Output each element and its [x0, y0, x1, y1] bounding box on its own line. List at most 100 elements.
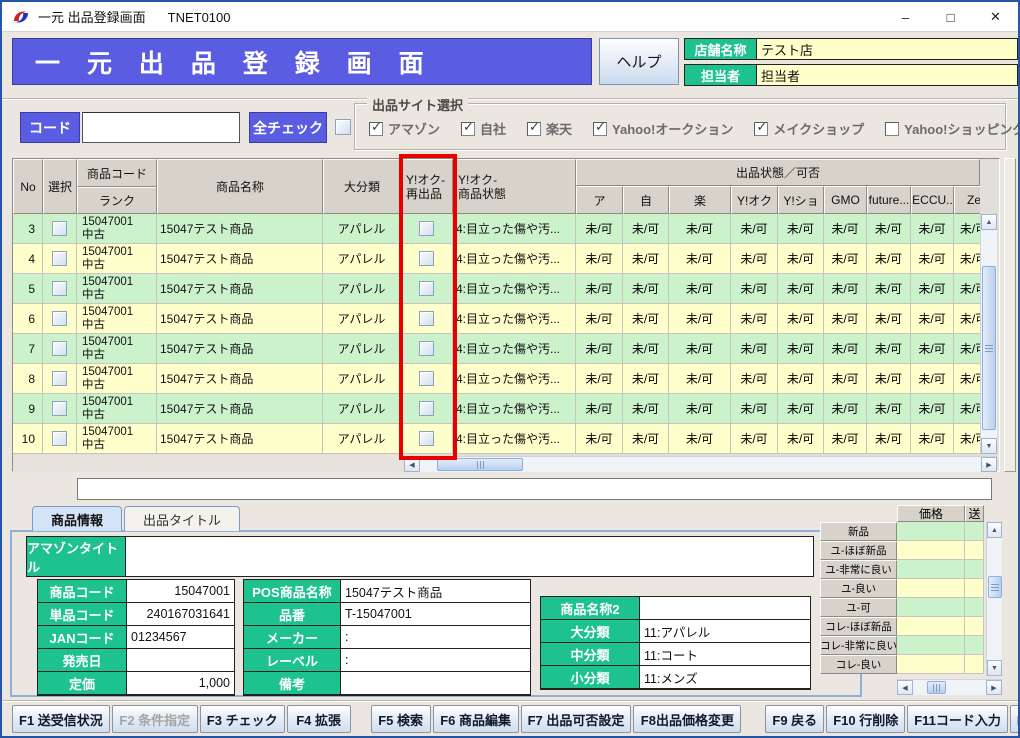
row-select-checkbox[interactable] [52, 251, 67, 266]
scroll-right-button[interactable]: ▶ [986, 680, 1002, 695]
scroll-track[interactable] [913, 680, 986, 695]
scroll-up-button[interactable]: ▲ [981, 214, 997, 230]
code-input[interactable] [82, 112, 240, 143]
site-checkbox[interactable]: ✓ [369, 122, 383, 136]
scroll-track[interactable] [987, 538, 1002, 660]
function-key-button[interactable]: F2 条件指定 [112, 705, 198, 733]
scroll-thumb[interactable] [988, 576, 1002, 598]
site-checkbox-item[interactable]: ✓ メイクショップ [754, 119, 864, 138]
price-cell[interactable] [897, 617, 965, 636]
site-checkbox-item[interactable]: ✓ Yahoo!オークション [593, 119, 733, 138]
field-value[interactable]: 11:メンズ [640, 666, 810, 688]
check-all-checkbox[interactable] [335, 119, 351, 135]
field-value[interactable]: 15047001 [127, 580, 234, 602]
site-checkbox-item[interactable]: ✓ アマゾン [369, 119, 440, 138]
relist-checkbox[interactable] [419, 371, 434, 386]
scroll-up-button[interactable]: ▲ [987, 522, 1002, 538]
relist-checkbox[interactable] [419, 401, 434, 416]
field-value[interactable]: 11:コート [640, 643, 810, 665]
price-horizontal-scrollbar[interactable]: ◀ ▶ [897, 679, 1002, 695]
scroll-down-button[interactable]: ▼ [987, 660, 1002, 676]
close-button[interactable]: ✕ [973, 2, 1018, 32]
price-cell[interactable] [897, 579, 965, 598]
shipping-cell[interactable] [965, 598, 984, 617]
shipping-cell[interactable] [965, 560, 984, 579]
price-cell[interactable] [897, 655, 965, 674]
shipping-cell[interactable] [965, 636, 984, 655]
relist-checkbox[interactable] [419, 251, 434, 266]
function-key-button[interactable]: F11コード入力 [907, 705, 1008, 733]
field-value[interactable] [127, 649, 234, 671]
site-checkbox-item[interactable]: ✓ Yahoo!ショッピング [885, 119, 1020, 138]
price-vertical-scrollbar[interactable]: ▲ ▼ [986, 522, 1002, 676]
function-key-button[interactable]: F9 戻る [765, 705, 824, 733]
store-name-value[interactable]: テスト店 [757, 39, 1017, 59]
table-row[interactable]: 6 15047001 中古 15047テスト商品 アパレル 4:目立った傷や汚.… [13, 304, 980, 334]
field-value[interactable]: : [341, 626, 530, 648]
site-checkbox-item[interactable]: ✓ 自社 [461, 119, 506, 138]
function-key-button[interactable]: F3 チェック [200, 705, 285, 733]
function-key-button[interactable]: F6 商品編集 [433, 705, 519, 733]
table-vertical-scrollbar[interactable]: ▲ ▼ [980, 214, 997, 454]
row-select-checkbox[interactable] [52, 401, 67, 416]
table-row[interactable]: 10 15047001 中古 15047テスト商品 アパレル 4:目立った傷や汚… [13, 424, 980, 454]
relist-checkbox[interactable] [419, 221, 434, 236]
shipping-cell[interactable] [965, 617, 984, 636]
scroll-down-button[interactable]: ▼ [981, 438, 997, 454]
scroll-left-button[interactable]: ◀ [897, 680, 913, 695]
function-key-button[interactable]: F12 登録 [1010, 705, 1020, 733]
table-row[interactable]: 7 15047001 中古 15047テスト商品 アパレル 4:目立った傷や汚.… [13, 334, 980, 364]
price-cell[interactable] [897, 541, 965, 560]
shipping-cell[interactable] [965, 655, 984, 674]
scroll-left-button[interactable]: ◀ [404, 457, 420, 472]
row-select-checkbox[interactable] [52, 341, 67, 356]
scroll-track[interactable] [420, 457, 981, 472]
scroll-thumb[interactable] [982, 266, 996, 430]
field-value[interactable] [640, 597, 810, 619]
message-bar[interactable] [77, 478, 992, 500]
maximize-button[interactable]: □ [928, 2, 973, 32]
row-select-checkbox[interactable] [52, 431, 67, 446]
person-value[interactable]: 担当者 [757, 65, 1017, 85]
detail-tab[interactable]: 商品情報 [32, 506, 122, 531]
field-value[interactable]: 11:アパレル [640, 620, 810, 642]
price-cell[interactable] [897, 560, 965, 579]
function-key-button[interactable]: F5 検索 [371, 705, 431, 733]
scroll-right-button[interactable]: ▶ [981, 457, 997, 472]
shipping-cell[interactable] [965, 579, 984, 598]
field-value[interactable]: 240167031641 [127, 603, 234, 625]
table-row[interactable]: 8 15047001 中古 15047テスト商品 アパレル 4:目立った傷や汚.… [13, 364, 980, 394]
scroll-track[interactable] [981, 230, 997, 438]
table-row[interactable]: 9 15047001 中古 15047テスト商品 アパレル 4:目立った傷や汚.… [13, 394, 980, 424]
site-checkbox[interactable]: ✓ [461, 122, 475, 136]
function-key-button[interactable]: F8出品価格変更 [633, 705, 741, 733]
table-horizontal-scrollbar[interactable]: ◀ ▶ [404, 456, 997, 472]
scroll-thumb[interactable] [437, 458, 523, 471]
price-cell[interactable] [897, 522, 965, 541]
field-value[interactable]: 1,000 [127, 672, 234, 694]
function-key-button[interactable]: F10 行削除 [826, 705, 905, 733]
site-checkbox[interactable]: ✓ [593, 122, 607, 136]
site-checkbox[interactable]: ✓ [885, 122, 899, 136]
table-row[interactable]: 5 15047001 中古 15047テスト商品 アパレル 4:目立った傷や汚.… [13, 274, 980, 304]
site-checkbox[interactable]: ✓ [754, 122, 768, 136]
price-cell[interactable] [897, 598, 965, 617]
minimize-button[interactable]: – [883, 2, 928, 32]
row-select-checkbox[interactable] [52, 221, 67, 236]
relist-checkbox[interactable] [419, 281, 434, 296]
field-value[interactable] [341, 672, 530, 694]
field-value[interactable]: T-15047001 [341, 603, 530, 625]
function-key-button[interactable]: F7 出品可否設定 [521, 705, 632, 733]
help-button[interactable]: ヘルプ [599, 38, 679, 85]
shipping-cell[interactable] [965, 541, 984, 560]
field-value[interactable]: : [341, 649, 530, 671]
table-row[interactable]: 3 15047001 中古 15047テスト商品 アパレル 4:目立った傷や汚.… [13, 214, 980, 244]
scroll-thumb[interactable] [927, 681, 946, 694]
relist-checkbox[interactable] [419, 431, 434, 446]
relist-checkbox[interactable] [419, 341, 434, 356]
function-key-button[interactable]: F1 送受信状況 [12, 705, 110, 733]
table-row[interactable]: 4 15047001 中古 15047テスト商品 アパレル 4:目立った傷や汚.… [13, 244, 980, 274]
site-checkbox[interactable]: ✓ [527, 122, 541, 136]
site-checkbox-item[interactable]: ✓ 楽天 [527, 119, 572, 138]
price-cell[interactable] [897, 636, 965, 655]
